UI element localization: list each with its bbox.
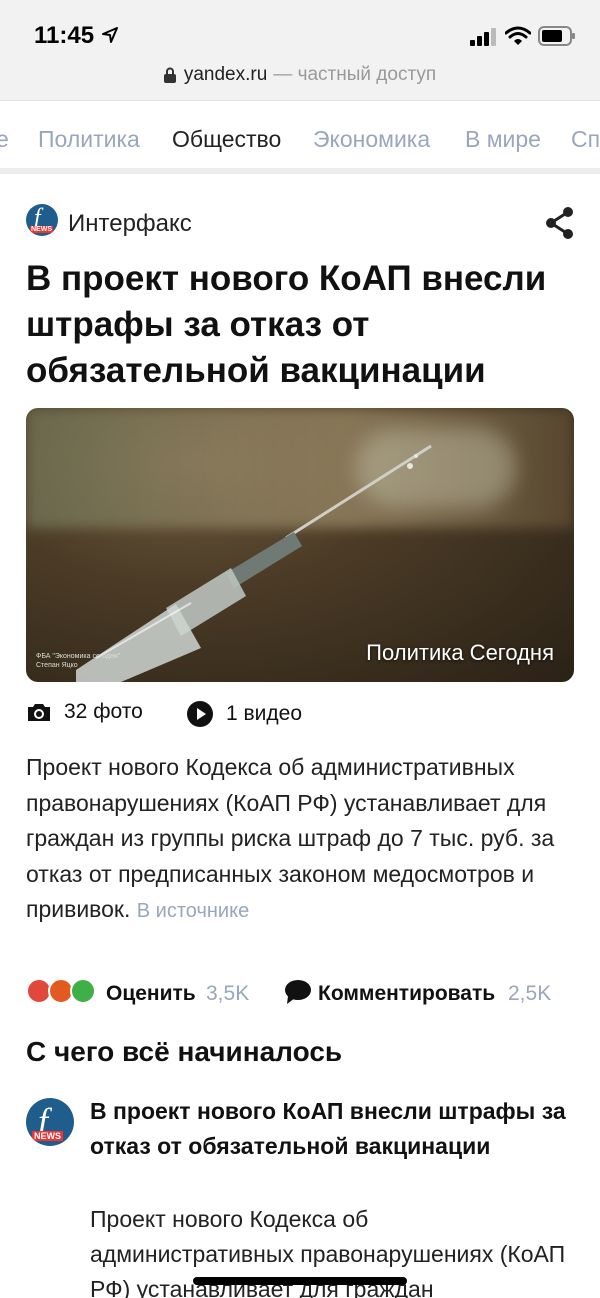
- url-bar[interactable]: yandex.ru — частный доступ: [0, 58, 600, 100]
- tab-partial-left[interactable]: е: [0, 126, 9, 153]
- photos-link[interactable]: 32 фото: [26, 700, 143, 724]
- tab-v-mire[interactable]: В мире: [465, 126, 541, 153]
- article-headline[interactable]: В проект нового КоАП внесли штрафы за от…: [26, 256, 576, 394]
- category-tabs: е Политика Общество Экономика В мире Сп: [0, 100, 600, 174]
- article-hero-image[interactable]: ФБА "Экономика сегодня" Степан Яцко Поли…: [26, 408, 574, 682]
- source-logo[interactable]: f NEWS: [26, 204, 58, 236]
- article-actions: Оценить 3,5K Комментировать 2,5K: [26, 976, 576, 1010]
- home-indicator[interactable]: [193, 1277, 407, 1285]
- battery-icon: [538, 26, 575, 46]
- tab-ekonomika[interactable]: Экономика: [313, 126, 430, 153]
- related-title[interactable]: В проект нового КоАП внесли штрафы за от…: [90, 1094, 576, 1164]
- play-icon: [187, 701, 213, 727]
- url-suffix: — частный доступ: [273, 64, 437, 85]
- tab-obshchestvo[interactable]: Общество: [172, 126, 281, 153]
- comment-count: 2,5K: [508, 982, 552, 1005]
- share-icon[interactable]: [544, 206, 576, 240]
- lock-icon: [163, 67, 176, 83]
- rate-button[interactable]: [26, 976, 100, 1006]
- section-title: С чего всё начиналось: [26, 1036, 343, 1067]
- status-bar: 11:45: [0, 0, 600, 58]
- rate-count: 3,5K: [206, 982, 250, 1005]
- wifi-icon: [505, 26, 531, 45]
- image-credit: ФБА "Экономика сегодня" Степан Яцко: [36, 653, 121, 669]
- status-time: 11:45: [34, 22, 95, 49]
- photos-count: 32 фото: [64, 700, 143, 723]
- videos-count: 1 видео: [226, 702, 303, 725]
- image-caption: Политика Сегодня: [366, 640, 554, 665]
- rate-label[interactable]: Оценить: [106, 982, 196, 1006]
- related-source-logo[interactable]: f NEWS: [26, 1098, 74, 1146]
- source-link[interactable]: В источнике: [137, 900, 249, 922]
- comment-label[interactable]: Комментировать: [318, 982, 495, 1006]
- related-item[interactable]: f NEWS В проект нового КоАП внесли штраф…: [26, 1094, 576, 1298]
- tab-politika[interactable]: Политика: [38, 126, 140, 153]
- article-source-row: f NEWS Интерфакс: [26, 204, 576, 244]
- videos-link[interactable]: 1 видео: [186, 700, 302, 728]
- like-reaction-icon: [70, 978, 96, 1004]
- comment-icon[interactable]: [284, 979, 312, 1005]
- location-arrow-icon: [102, 27, 118, 43]
- cellular-signal-icon: [470, 28, 496, 46]
- camera-icon: [28, 704, 50, 721]
- tab-partial-right[interactable]: Сп: [571, 126, 600, 153]
- source-name[interactable]: Интерфакс: [68, 210, 192, 238]
- article-summary: Проект нового Кодекса об административны…: [26, 754, 555, 922]
- url-domain: yandex.ru: [183, 64, 268, 85]
